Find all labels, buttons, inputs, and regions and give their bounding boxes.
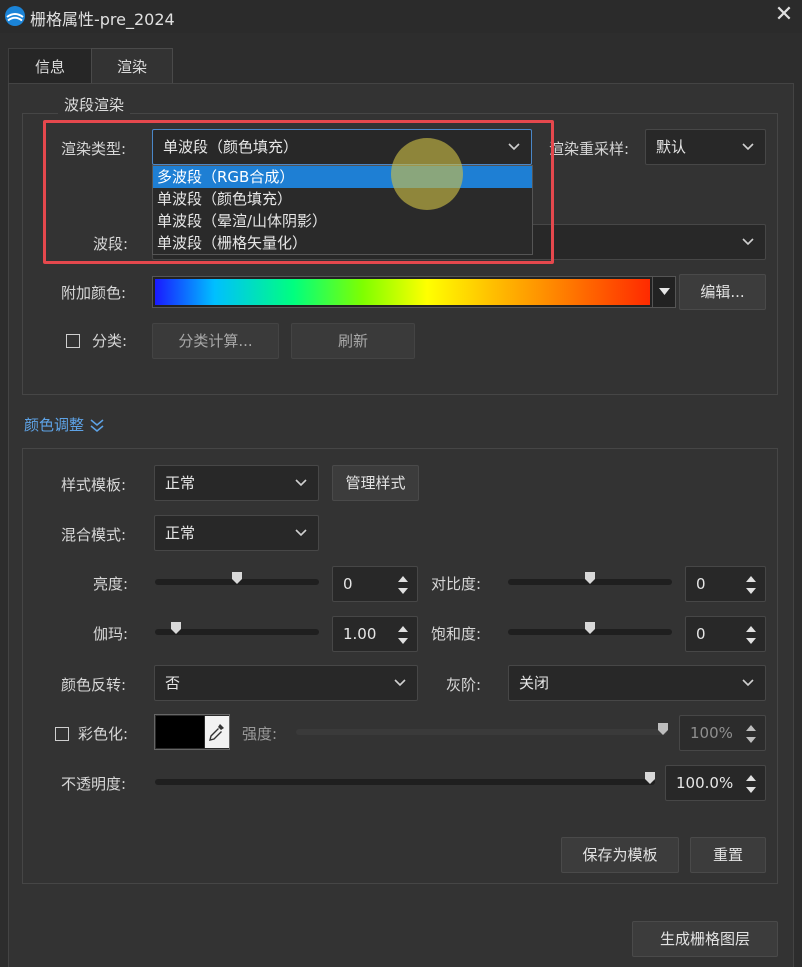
eyedropper-button[interactable] <box>205 716 229 748</box>
gamma-spinbox[interactable]: 1.00 <box>332 616 418 652</box>
invert-select[interactable]: 否 <box>154 665 418 701</box>
color-ramp-select[interactable] <box>152 276 676 308</box>
color-adjust-title: 颜色调整 <box>24 416 85 434</box>
color-adjust-toggle[interactable]: 颜色调整 <box>24 414 105 436</box>
spin-arrows-icon[interactable] <box>745 573 757 597</box>
spin-arrows-icon[interactable] <box>745 772 757 796</box>
resample-value: 默认 <box>656 138 687 156</box>
strength-label: 强度: <box>242 725 278 743</box>
close-button[interactable]: ✕ <box>770 2 798 30</box>
eyedropper-icon <box>209 724 224 741</box>
style-template-label: 样式模板: <box>61 476 127 494</box>
color-ramp-preview <box>155 279 650 305</box>
double-chevron-down-icon <box>90 418 104 432</box>
chevron-down-icon <box>742 238 754 246</box>
annotation-highlight-box <box>43 120 554 264</box>
contrast-value: 0 <box>696 575 706 593</box>
color-ramp-divider <box>652 277 653 307</box>
classify-compute-button[interactable]: 分类计算... <box>152 323 279 359</box>
invert-label: 颜色反转: <box>61 676 127 694</box>
opacity-value: 100.0% <box>676 774 734 792</box>
style-template-select[interactable]: 正常 <box>154 465 319 501</box>
strength-slider-handle[interactable] <box>657 722 669 736</box>
window-title: 栅格属性-pre_2024 <box>30 10 175 29</box>
chevron-down-icon <box>742 143 754 151</box>
resample-select[interactable]: 默认 <box>645 129 766 165</box>
spin-arrows-icon[interactable] <box>397 573 409 597</box>
colorize-checkbox[interactable] <box>55 727 69 741</box>
spin-arrows-icon[interactable] <box>745 623 757 647</box>
blend-mode-value: 正常 <box>165 524 196 542</box>
edit-color-button[interactable]: 编辑... <box>679 274 766 310</box>
resample-label: 渲染重采样: <box>549 140 630 158</box>
tab-info[interactable]: 信息 <box>8 48 92 84</box>
saturation-value: 0 <box>696 625 706 643</box>
strength-spinbox[interactable]: 100% <box>679 715 766 751</box>
classify-label: 分类: <box>92 332 128 350</box>
saturation-slider-handle[interactable] <box>584 621 596 635</box>
colorize-color-picker[interactable] <box>154 714 230 750</box>
blend-mode-select[interactable]: 正常 <box>154 515 319 551</box>
brightness-slider-handle[interactable] <box>231 571 243 585</box>
saturation-label: 饱和度: <box>431 625 482 643</box>
brightness-value: 0 <box>343 575 353 593</box>
grayscale-select[interactable]: 关闭 <box>508 665 766 701</box>
grayscale-label: 灰阶: <box>446 676 482 694</box>
refresh-button[interactable]: 刷新 <box>291 323 415 359</box>
contrast-spinbox[interactable]: 0 <box>685 566 766 602</box>
title-bar: 栅格属性-pre_2024 ✕ <box>0 0 802 33</box>
opacity-slider-handle[interactable] <box>644 771 656 785</box>
spin-arrows-icon[interactable] <box>745 722 757 746</box>
chevron-down-icon <box>295 479 307 487</box>
cursor-indicator <box>391 138 463 210</box>
reset-button[interactable]: 重置 <box>690 837 766 873</box>
app-logo-icon <box>5 6 25 26</box>
brightness-label: 亮度: <box>93 575 129 593</box>
generate-raster-layer-button[interactable]: 生成栅格图层 <box>632 921 778 957</box>
saturation-spinbox[interactable]: 0 <box>685 616 766 652</box>
colorize-swatch <box>156 716 204 748</box>
grayscale-value: 关闭 <box>519 674 550 692</box>
strength-slider[interactable] <box>296 729 667 735</box>
invert-value: 否 <box>165 674 181 692</box>
blend-mode-label: 混合模式: <box>61 526 127 544</box>
opacity-slider[interactable] <box>155 779 655 785</box>
opacity-label: 不透明度: <box>61 775 127 793</box>
caret-down-icon <box>659 288 670 295</box>
strength-value: 100% <box>690 724 733 742</box>
extra-color-label: 附加颜色: <box>61 284 127 302</box>
tab-render[interactable]: 渲染 <box>91 48 173 84</box>
style-template-value: 正常 <box>165 474 196 492</box>
gamma-value: 1.00 <box>343 625 377 643</box>
classify-checkbox[interactable] <box>66 334 80 348</box>
band-render-group-title: 波段渲染 <box>58 95 131 115</box>
chevron-down-icon <box>742 679 754 687</box>
manage-styles-button[interactable]: 管理样式 <box>332 465 419 501</box>
brightness-spinbox[interactable]: 0 <box>332 566 418 602</box>
spin-arrows-icon[interactable] <box>397 623 409 647</box>
contrast-slider-handle[interactable] <box>584 571 596 585</box>
contrast-label: 对比度: <box>431 575 482 593</box>
chevron-down-icon <box>295 529 307 537</box>
colorize-label: 彩色化: <box>78 725 129 743</box>
save-template-button[interactable]: 保存为模板 <box>561 837 679 873</box>
gamma-label: 伽玛: <box>93 625 129 643</box>
gamma-slider-handle[interactable] <box>170 621 182 635</box>
opacity-spinbox[interactable]: 100.0% <box>665 765 766 801</box>
chevron-down-icon <box>394 679 406 687</box>
